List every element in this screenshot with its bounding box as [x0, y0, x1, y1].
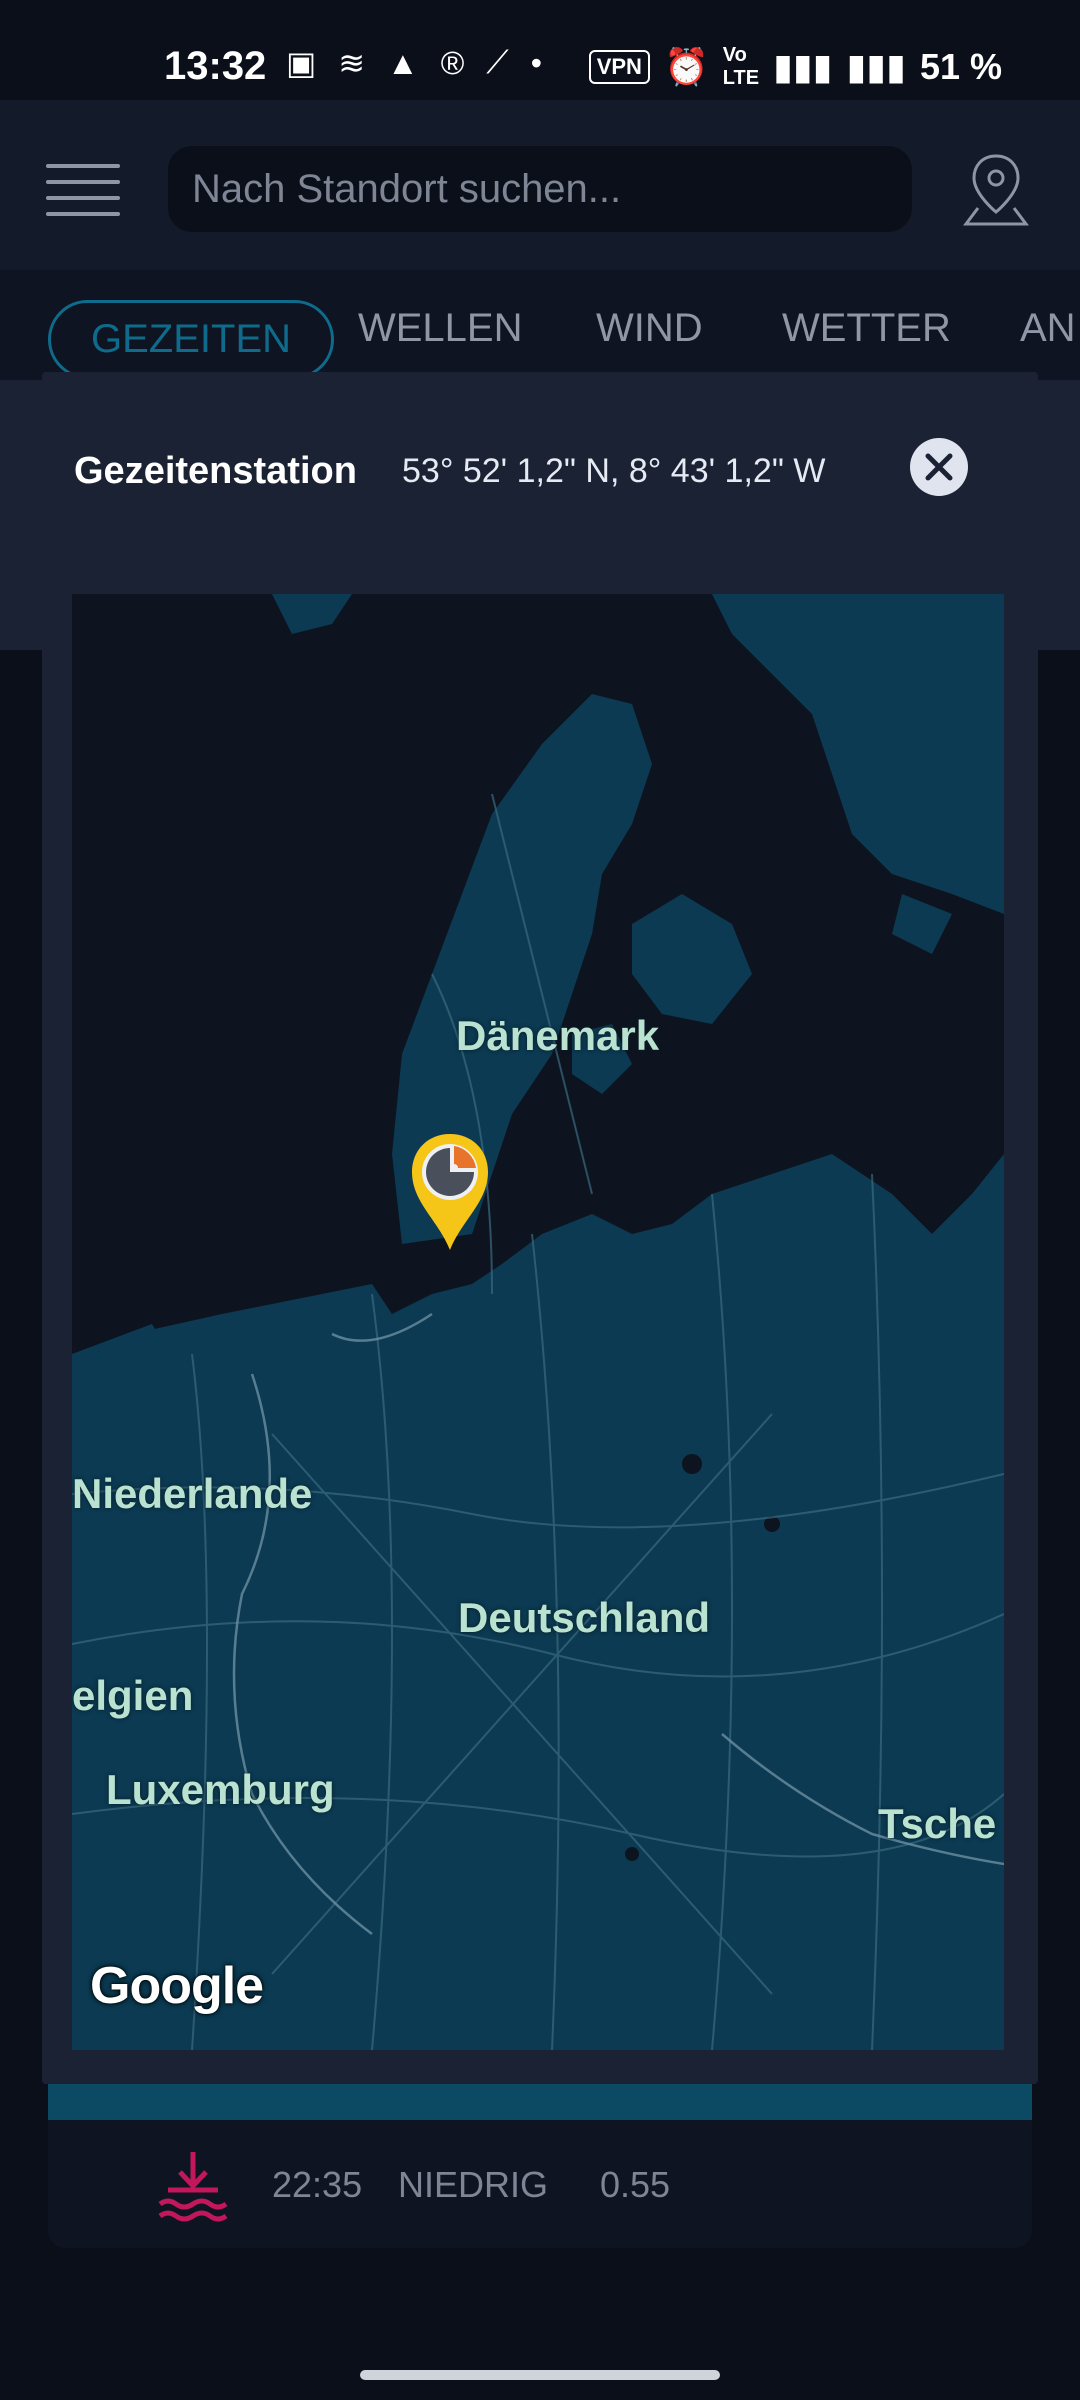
tide-station-pin[interactable]: [408, 1130, 492, 1254]
dialog-title: Gezeitenstation: [74, 450, 357, 492]
station-coordinates: 53° 52' 1,2" N, 8° 43' 1,2" W: [402, 452, 826, 490]
battery-text: 51 %: [919, 46, 1002, 87]
app-bar: [0, 100, 1080, 270]
home-indicator[interactable]: [360, 2370, 720, 2380]
status-system-icons: VPN ⏰ Vo LTE ▮▮▮ ▮▮▮ 51 %: [588, 44, 1002, 90]
low-tide-icon: [158, 2152, 228, 2222]
close-button[interactable]: [910, 438, 968, 496]
tab-gezeiten[interactable]: GEZEITEN: [48, 300, 335, 379]
tide-station-dialog: Gezeitenstation 53° 52' 1,2" N, 8° 43' 1…: [42, 372, 1038, 2084]
alarm-icon: ⏰: [663, 46, 709, 87]
message-icon: ▣: [286, 45, 317, 81]
status-time: 13:32: [164, 44, 267, 88]
tide-level: NIEDRIG: [398, 2164, 549, 2205]
map-label-netherlands: Niederlande: [72, 1470, 313, 1517]
search-box[interactable]: [168, 146, 912, 232]
r-badge-icon: ®: [440, 44, 465, 81]
vpn-badge: VPN: [588, 50, 650, 84]
tab-wetter[interactable]: WETTER: [782, 306, 951, 351]
chart-icon: ⟋: [486, 44, 509, 80]
map-label-belgium: elgien: [72, 1672, 194, 1719]
tab-wellen[interactable]: WELLEN: [358, 306, 523, 351]
tab-bar: GEZEITEN WELLEN WIND WETTER AN: [0, 270, 1080, 380]
status-bar: 13:32 ▣ ≋ ▲ ® ⟋ • VPN ⏰ Vo LTE ▮▮▮ ▮▮▮ 51…: [0, 0, 1080, 100]
tide-time: 22:35: [272, 2164, 363, 2205]
hamburger-menu-icon[interactable]: [46, 152, 120, 220]
tab-partial[interactable]: AN: [1020, 306, 1076, 351]
map-view[interactable]: Dänemark Niederlande Deutschland elgien …: [72, 594, 1004, 2050]
search-input[interactable]: [168, 146, 912, 232]
google-attribution[interactable]: Google: [90, 1956, 264, 2016]
status-notification-icons: ▣ ≋ ▲ ® ⟋ •: [286, 44, 542, 82]
location-pin-icon[interactable]: [956, 150, 1036, 230]
volte-icon: Vo LTE: [722, 44, 760, 89]
dot-icon: •: [530, 44, 542, 81]
tide-row: 22:35 NIEDRIG 0.55: [48, 2120, 1032, 2248]
tide-value: 0.55: [600, 2164, 671, 2205]
map-label-czech: Tsche: [878, 1800, 997, 1847]
bird-icon: ≋: [338, 45, 366, 81]
map-label-germany: Deutschland: [458, 1594, 711, 1641]
map-label-luxembourg: Luxemburg: [106, 1766, 335, 1813]
map-label-denmark: Dänemark: [456, 1012, 660, 1059]
map-base: [72, 594, 1004, 2050]
warning-icon: ▲: [387, 44, 419, 81]
close-icon: [925, 453, 953, 481]
signal-icon: ▮▮▮: [773, 46, 833, 87]
signal-2-icon: ▮▮▮: [846, 46, 906, 87]
tab-wind[interactable]: WIND: [596, 306, 703, 351]
